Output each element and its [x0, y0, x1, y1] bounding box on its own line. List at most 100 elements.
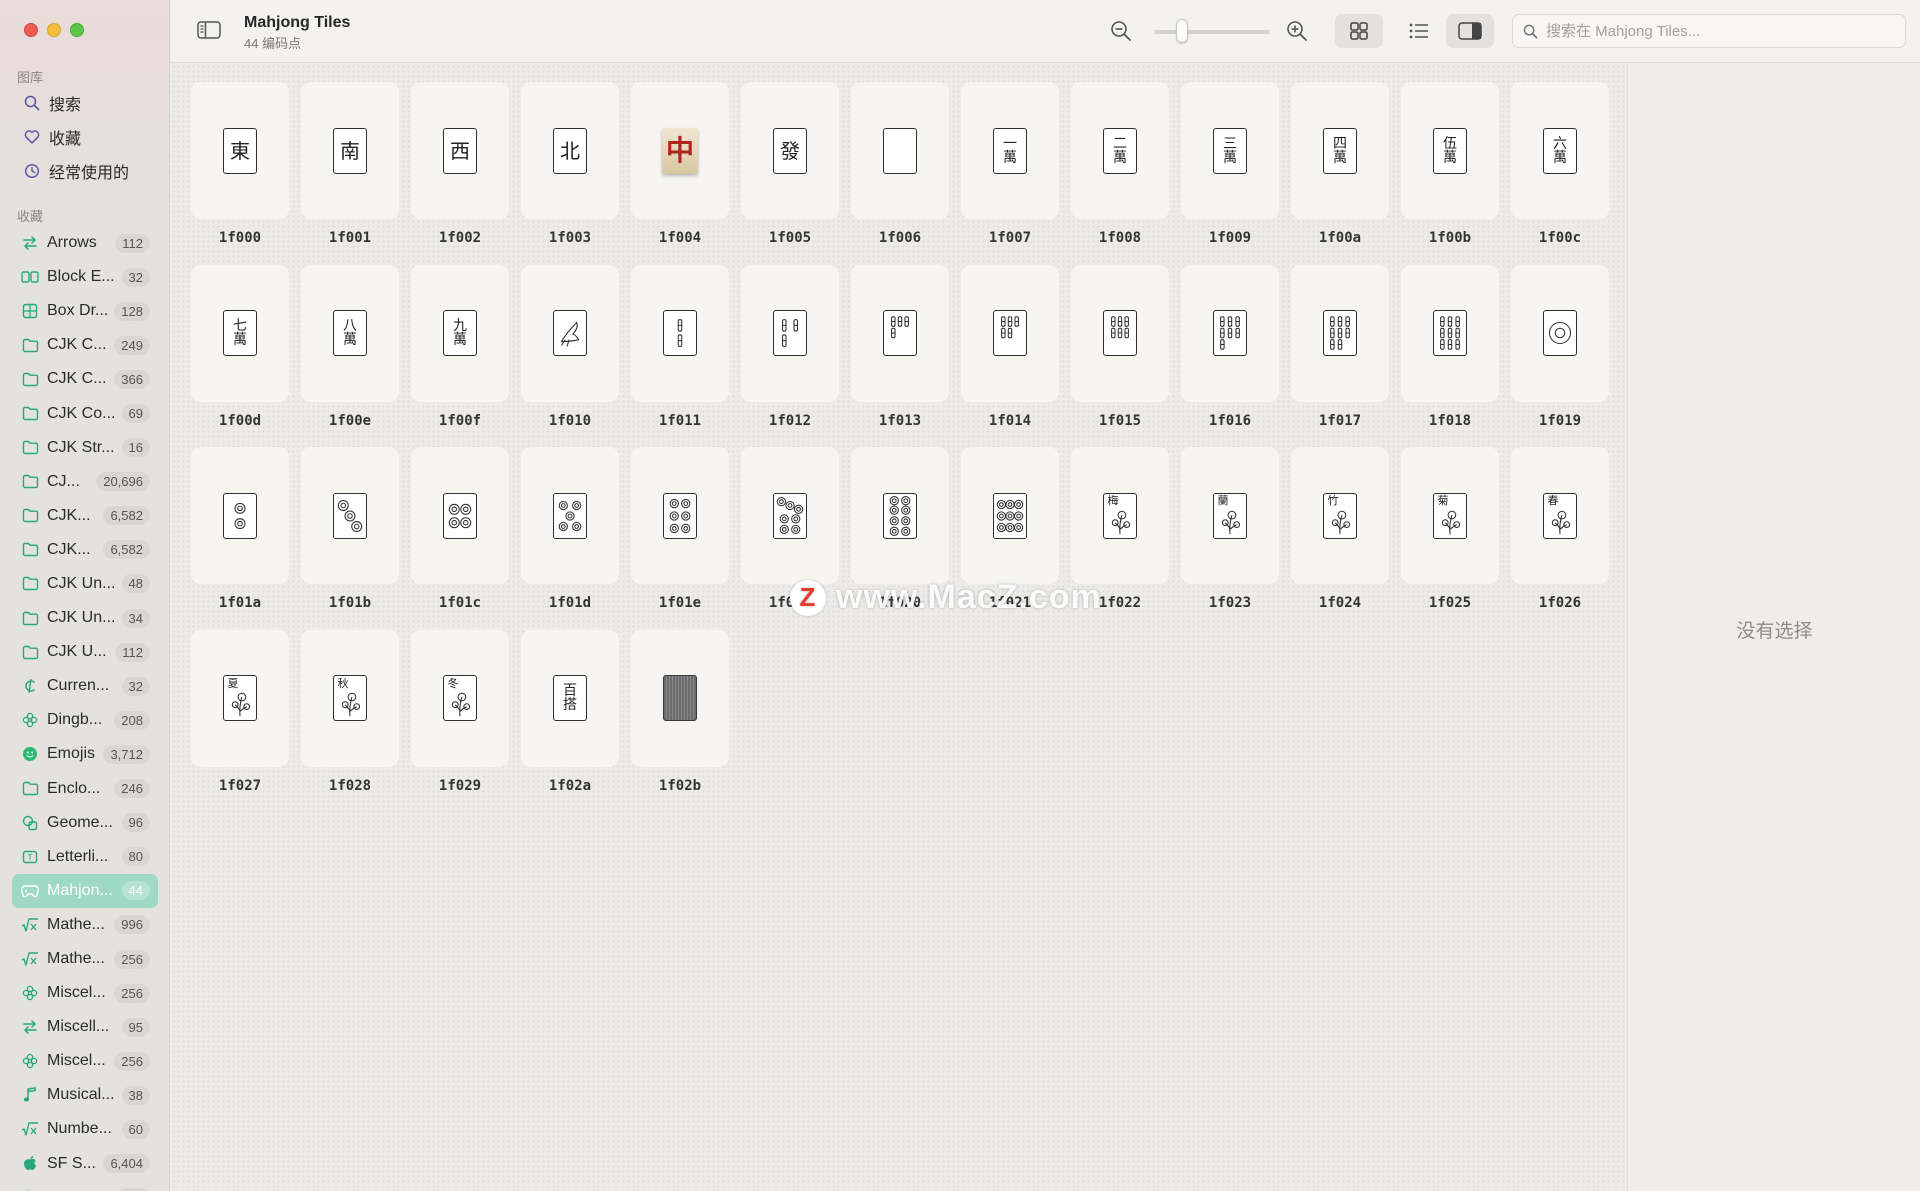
- tile-item[interactable]: 夏 1f027: [191, 629, 289, 810]
- tile-card[interactable]: [1181, 264, 1279, 402]
- tile-item[interactable]: 伍萬 1f00b: [1401, 82, 1499, 262]
- tile-item[interactable]: 中 1f004: [631, 82, 729, 262]
- tile-card[interactable]: 竹: [1291, 447, 1389, 584]
- sidebar-collection-item[interactable]: Mahjon... 44: [12, 873, 158, 908]
- sidebar-collection-item[interactable]: CJ... 20,696: [12, 465, 158, 499]
- sidebar-collection-item[interactable]: Emojis 3,712: [12, 737, 158, 771]
- tile-item[interactable]: 七萬 1f00d: [191, 264, 289, 445]
- sidebar-collection-item[interactable]: CJK Co... 69: [12, 396, 158, 430]
- tile-card[interactable]: [631, 629, 729, 767]
- sidebar-collection-item[interactable]: CJK... 6,582: [12, 533, 158, 567]
- tile-card[interactable]: 七萬: [191, 264, 289, 402]
- tile-card[interactable]: [191, 447, 289, 584]
- tile-card[interactable]: [961, 264, 1059, 402]
- tile-item[interactable]: 北 1f003: [521, 82, 619, 262]
- tile-card[interactable]: 九萬: [411, 264, 509, 402]
- tile-item[interactable]: 1f015: [1071, 264, 1169, 445]
- tile-item[interactable]: 東 1f000: [191, 82, 289, 262]
- toggle-sidebar-button[interactable]: [197, 20, 221, 40]
- sidebar-collection-item[interactable]: CJK Un... 34: [12, 601, 158, 635]
- tile-item[interactable]: 1f01b: [301, 447, 399, 627]
- zoom-slider-track[interactable]: [1154, 30, 1270, 34]
- zoom-out-button[interactable]: [1109, 19, 1133, 43]
- tile-card[interactable]: [961, 447, 1059, 584]
- tile-item[interactable]: 百搭 1f02a: [521, 629, 619, 810]
- library-item-favorites[interactable]: 收藏: [12, 120, 160, 154]
- tile-card[interactable]: 中: [631, 82, 729, 219]
- tile-item[interactable]: 冬 1f029: [411, 629, 509, 810]
- tile-item[interactable]: 1f016: [1181, 264, 1279, 445]
- sidebar-collection-item[interactable]: CJK C... 366: [12, 362, 158, 396]
- sidebar-collection-item[interactable]: S...2...: [12, 1181, 158, 1191]
- tile-card[interactable]: 夏: [191, 629, 289, 767]
- tile-item[interactable]: 三萬 1f009: [1181, 82, 1279, 262]
- tile-item[interactable]: 1f01d: [521, 447, 619, 627]
- sidebar-collection-item[interactable]: CJK Str... 16: [12, 431, 158, 465]
- tile-item[interactable]: 1f012: [741, 264, 839, 445]
- tile-item[interactable]: 1f02b: [631, 629, 729, 810]
- tile-item[interactable]: 1f018: [1401, 264, 1499, 445]
- tile-card[interactable]: 蘭: [1181, 447, 1279, 584]
- tile-card[interactable]: 百搭: [521, 629, 619, 767]
- tile-card[interactable]: [741, 264, 839, 402]
- tile-item[interactable]: 六萬 1f00c: [1511, 82, 1609, 262]
- sidebar-collection-item[interactable]: Miscel... 256: [12, 976, 158, 1010]
- tile-card[interactable]: [521, 447, 619, 584]
- tile-card[interactable]: 東: [191, 82, 289, 219]
- tile-item[interactable]: 1f019: [1511, 264, 1609, 445]
- tile-card[interactable]: 二萬: [1071, 82, 1169, 219]
- sidebar-collection-item[interactable]: CJK Un... 48: [12, 567, 158, 601]
- tile-item[interactable]: 1f006: [851, 82, 949, 262]
- tile-item[interactable]: 1f01c: [411, 447, 509, 627]
- tile-item[interactable]: 1f011: [631, 264, 729, 445]
- tile-card[interactable]: 梅: [1071, 447, 1169, 584]
- tile-card[interactable]: 西: [411, 82, 509, 219]
- tile-item[interactable]: 四萬 1f00a: [1291, 82, 1389, 262]
- minimize-window-button[interactable]: [47, 23, 61, 37]
- tile-card[interactable]: 春: [1511, 447, 1609, 584]
- tile-item[interactable]: 竹 1f024: [1291, 447, 1389, 627]
- sidebar-collection-item[interactable]: Numbe... 60: [12, 1112, 158, 1146]
- tile-item[interactable]: 1f013: [851, 264, 949, 445]
- tile-item[interactable]: 一萬 1f007: [961, 82, 1059, 262]
- tile-card[interactable]: [631, 447, 729, 584]
- search-field[interactable]: [1512, 14, 1906, 48]
- library-item-frequent[interactable]: 经常使用的: [12, 154, 160, 188]
- tile-card[interactable]: [1511, 264, 1609, 402]
- sidebar-collection-item[interactable]: Box Dr... 128: [12, 294, 158, 328]
- sidebar-collection-item[interactable]: Enclo... 246: [12, 772, 158, 806]
- list-view-button[interactable]: [1397, 14, 1441, 48]
- zoom-in-button[interactable]: [1285, 19, 1309, 43]
- tile-card[interactable]: 一萬: [961, 82, 1059, 219]
- sidebar-collection-item[interactable]: SF S... 6,404: [12, 1147, 158, 1181]
- tile-card[interactable]: 秋: [301, 629, 399, 767]
- close-window-button[interactable]: [24, 23, 38, 37]
- tile-card[interactable]: 冬: [411, 629, 509, 767]
- zoom-window-button[interactable]: [70, 23, 84, 37]
- tile-card[interactable]: [851, 447, 949, 584]
- tile-item[interactable]: 1f01a: [191, 447, 289, 627]
- tile-item[interactable]: 1f010: [521, 264, 619, 445]
- tile-card[interactable]: 伍萬: [1401, 82, 1499, 219]
- tile-card[interactable]: 北: [521, 82, 619, 219]
- tile-card[interactable]: 發: [741, 82, 839, 219]
- tile-card[interactable]: [301, 447, 399, 584]
- tile-item[interactable]: 蘭 1f023: [1181, 447, 1279, 627]
- tile-item[interactable]: 南 1f001: [301, 82, 399, 262]
- tile-item[interactable]: 秋 1f028: [301, 629, 399, 810]
- sidebar-collection-item[interactable]: Dingb... 208: [12, 703, 158, 737]
- tile-card[interactable]: 菊: [1401, 447, 1499, 584]
- sidebar-collection-item[interactable]: T Letterli... 80: [12, 840, 158, 874]
- tile-card[interactable]: 八萬: [301, 264, 399, 402]
- tile-card[interactable]: [851, 264, 949, 402]
- tile-item[interactable]: 1f01e: [631, 447, 729, 627]
- sidebar-collection-item[interactable]: CJK... 6,582: [12, 499, 158, 533]
- sidebar-collection-item[interactable]: Arrows 112: [12, 226, 158, 260]
- sidebar-collection-item[interactable]: Miscell... 95: [12, 1010, 158, 1044]
- tile-card[interactable]: [851, 82, 949, 219]
- sidebar-collection-item[interactable]: Miscel... 256: [12, 1044, 158, 1078]
- tile-item[interactable]: 西 1f002: [411, 82, 509, 262]
- tile-card[interactable]: [521, 264, 619, 402]
- sidebar-collection-item[interactable]: Block E... 32: [12, 260, 158, 294]
- sidebar-collection-item[interactable]: CJK C... 249: [12, 328, 158, 362]
